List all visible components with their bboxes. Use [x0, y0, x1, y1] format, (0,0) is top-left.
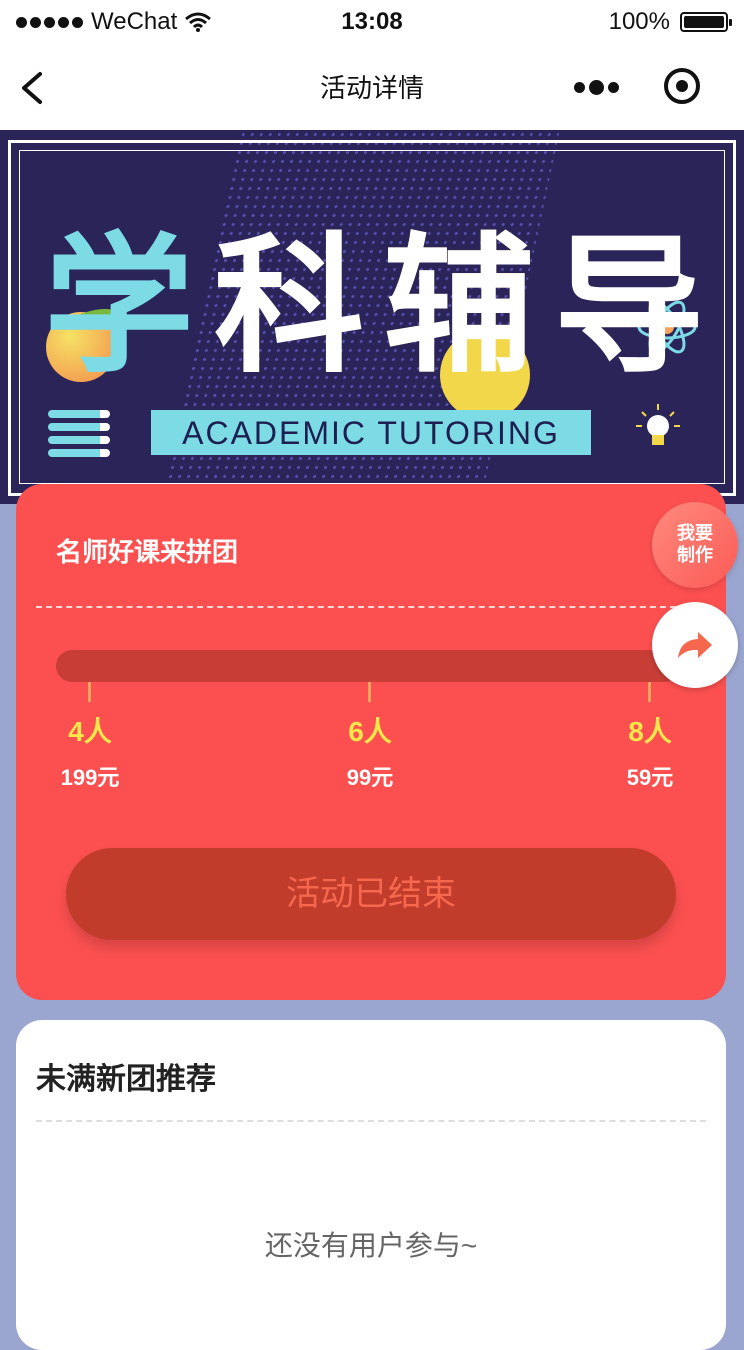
tier-item: 6人 99元 [330, 710, 410, 792]
tier-tick [368, 682, 371, 702]
recommend-card: 未满新团推荐 还没有用户参与~ [16, 1020, 726, 1350]
nav-bar: 活动详情 [0, 44, 744, 130]
banner-headline: 学 科 辅 导 [44, 222, 704, 392]
close-miniprogram-icon[interactable] [664, 68, 700, 104]
more-menu-icon[interactable] [574, 80, 619, 95]
tier-people: 6人 [348, 716, 392, 747]
tier-price: 59元 [626, 765, 674, 790]
battery-label: 100% [608, 8, 670, 35]
recommend-divider [36, 1120, 706, 1122]
tier-price: 99元 [346, 765, 394, 790]
books-icon [48, 410, 110, 462]
share-button[interactable] [652, 602, 738, 688]
headline-char-3: 辅 [383, 220, 534, 394]
status-bar: WeChat 13:08 100% [0, 0, 744, 44]
tier-people: 4人 [68, 716, 112, 747]
headline-char-2: 科 [213, 220, 364, 394]
tier-tick [648, 682, 651, 702]
group-buy-card: 名师好课来拼团 4人 199元 6人 99元 8人 59元 活动已结束 [16, 484, 726, 1000]
headline-char-1: 学 [44, 220, 195, 394]
empty-state-text: 还没有用户参与~ [264, 1230, 478, 1261]
recommend-title: 未满新团推荐 [36, 1063, 216, 1096]
share-arrow-icon [678, 632, 712, 658]
tier-price: 199元 [60, 765, 120, 790]
activity-ended-button[interactable]: 活动已结束 [66, 848, 676, 940]
page-title: 活动详情 [319, 73, 424, 103]
card-divider [36, 606, 676, 608]
make-button-line2: 制作 [677, 545, 713, 565]
tier-people: 8人 [628, 716, 672, 747]
make-my-own-button[interactable]: 我要 制作 [652, 502, 738, 588]
make-button-line1: 我要 [677, 523, 713, 543]
tier-progress-track [56, 650, 680, 682]
group-buy-title: 名师好课来拼团 [56, 537, 239, 567]
headline-char-4: 导 [553, 220, 704, 394]
banner-image: 学 科 辅 导 ACADEMIC TUTORING [0, 130, 744, 504]
tier-tick [88, 682, 91, 702]
banner-tagline: ACADEMIC TUTORING [151, 410, 591, 455]
lightbulb-icon [636, 404, 680, 445]
battery-icon [680, 12, 732, 32]
tier-item: 8人 59元 [610, 710, 690, 792]
tier-item: 4人 199元 [50, 710, 130, 792]
status-right: 100% [608, 8, 732, 36]
